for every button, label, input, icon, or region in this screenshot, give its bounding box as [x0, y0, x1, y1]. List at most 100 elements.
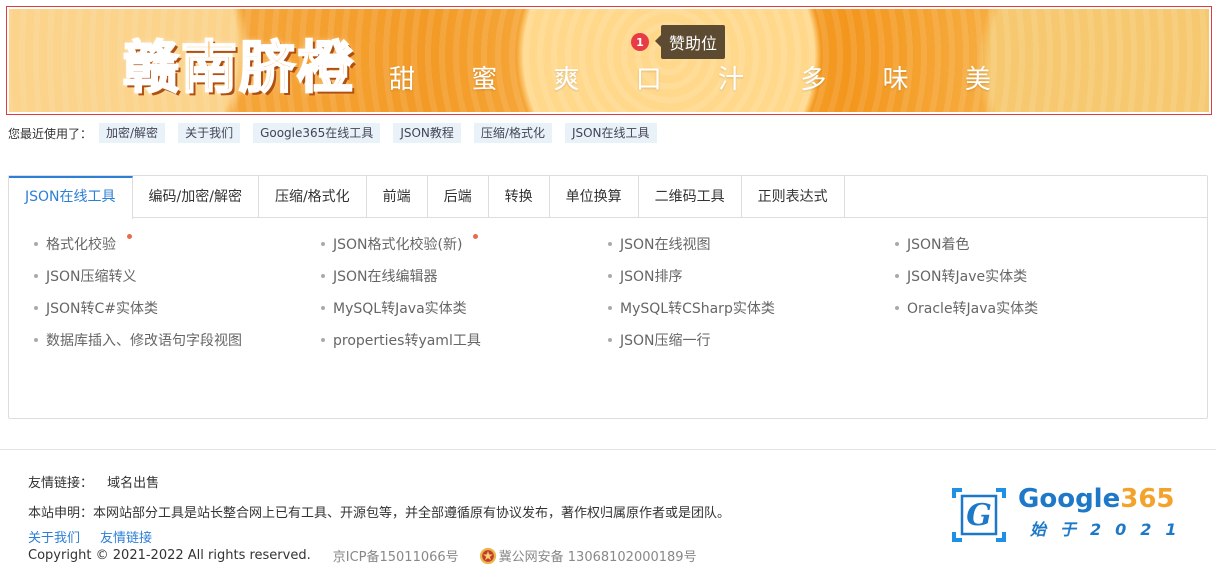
sponsor-count-badge: 1: [631, 33, 649, 51]
sponsor-banner[interactable]: 赣南脐橙 甜 蜜 爽 口 汁 多 味 美 1 赞助位: [6, 6, 1212, 115]
tool-row: 格式化校验 JSON格式化校验(新) JSON在线视图 JSON着色: [9, 228, 1207, 260]
footer-links: 关于我们 友情链接: [28, 527, 172, 546]
bullet-icon: [608, 274, 612, 278]
tool-label: JSON着色: [907, 237, 970, 253]
tool-row: JSON转C#实体类 MySQL转Java实体类 MySQL转CSharp实体类…: [9, 292, 1207, 324]
bullet-icon: [895, 274, 899, 278]
tool-label: properties转yaml工具: [333, 333, 481, 349]
tool-label: 格式化校验: [46, 237, 116, 253]
tool-link[interactable]: MySQL转Java实体类: [296, 292, 583, 324]
police-badge-icon: [479, 547, 496, 564]
bullet-icon: [895, 242, 899, 246]
tool-label: JSON压缩一行: [620, 333, 711, 349]
tab-encode-encrypt[interactable]: 编码/加密/解密: [133, 176, 259, 218]
bullet-icon: [34, 306, 38, 310]
site-declaration: 本站申明：本网站部分工具是站长整合网上已有工具、开源包等，并全部遵循原有协议发布…: [28, 506, 731, 521]
svg-text:G: G: [966, 498, 992, 533]
tool-label: JSON转Jave实体类: [907, 269, 1028, 285]
banner-title: 赣南脐橙: [122, 34, 355, 102]
tool-link[interactable]: JSON在线视图: [583, 228, 870, 260]
logo-name: Google365: [1018, 484, 1191, 514]
tool-row: 数据库插入、修改语句字段视图 properties转yaml工具 JSON压缩一…: [9, 324, 1207, 356]
tool-link[interactable]: 格式化校验: [9, 228, 296, 260]
bullet-icon: [34, 338, 38, 342]
sponsor-tooltip: 1 赞助位: [631, 25, 726, 59]
tool-link[interactable]: JSON着色: [870, 228, 1157, 260]
icp-link[interactable]: 京ICP备15011066号: [333, 546, 459, 565]
sponsor-label: 赞助位: [654, 25, 726, 59]
tool-link[interactable]: JSON转Jave实体类: [870, 260, 1157, 292]
tool-label: JSON格式化校验(新): [333, 237, 463, 253]
bullet-icon: [608, 306, 612, 310]
tab-frontend[interactable]: 前端: [367, 176, 428, 218]
copyright-bar: Copyright © 2021-2022 All rights reserve…: [28, 546, 697, 565]
tool-label: JSON在线视图: [620, 237, 711, 253]
footer-divider: [0, 449, 1216, 450]
tool-link[interactable]: JSON格式化校验(新): [296, 228, 583, 260]
tool-link[interactable]: JSON转C#实体类: [9, 292, 296, 324]
tab-regex[interactable]: 正则表达式: [742, 176, 845, 218]
tab-backend[interactable]: 后端: [428, 176, 489, 218]
tool-link[interactable]: JSON压缩一行: [583, 324, 870, 356]
tool-label: MySQL转CSharp实体类: [620, 301, 775, 317]
logo-slogan: 始于2021: [1030, 520, 1191, 539]
friend-links: 友情链接： 域名出售: [28, 472, 159, 491]
recent-tag[interactable]: JSON教程: [393, 123, 461, 143]
tool-link[interactable]: JSON压缩转义: [9, 260, 296, 292]
logo-name-number: 365: [1120, 484, 1175, 514]
bullet-icon: [34, 274, 38, 278]
tool-label: JSON在线编辑器: [333, 269, 438, 285]
tool-label: JSON排序: [620, 269, 683, 285]
tab-unit-convert[interactable]: 单位换算: [550, 176, 639, 218]
recent-tag[interactable]: Google365在线工具: [253, 123, 381, 143]
recent-label: 您最近使用了：: [8, 126, 93, 141]
bullet-icon: [321, 338, 325, 342]
friend-links-label: 友情链接：: [28, 476, 94, 491]
bullet-icon: [321, 306, 325, 310]
friend-link-domain-sale[interactable]: 域名出售: [107, 476, 159, 491]
recent-tag[interactable]: 压缩/格式化: [473, 123, 552, 143]
tool-link[interactable]: JSON排序: [583, 260, 870, 292]
hot-dot-icon: [473, 234, 478, 239]
police-record-text: 冀公网安备 13068102000189号: [498, 550, 697, 565]
tab-compress-format[interactable]: 压缩/格式化: [259, 176, 367, 218]
tool-link[interactable]: MySQL转CSharp实体类: [583, 292, 870, 324]
tab-convert[interactable]: 转换: [489, 176, 550, 218]
tool-label: 数据库插入、修改语句字段视图: [46, 333, 242, 349]
tool-link[interactable]: Oracle转Java实体类: [870, 292, 1157, 324]
bullet-icon: [34, 242, 38, 246]
friend-links-link[interactable]: 友情链接: [100, 527, 152, 546]
recent-tag[interactable]: JSON在线工具: [564, 123, 657, 143]
bullet-icon: [608, 338, 612, 342]
tool-row: JSON压缩转义 JSON在线编辑器 JSON排序 JSON转Jave实体类: [9, 260, 1207, 292]
copyright-text: Copyright © 2021-2022 All rights reserve…: [28, 548, 311, 563]
tool-link[interactable]: properties转yaml工具: [296, 324, 583, 356]
logo-name-main: Google: [1018, 484, 1121, 514]
bullet-icon: [321, 242, 325, 246]
site-logo[interactable]: G Google365 始于2021: [948, 484, 1191, 546]
tools-panel: JSON在线工具 编码/加密/解密 压缩/格式化 前端 后端 转换 单位换算 二…: [8, 175, 1208, 419]
tab-json-tools[interactable]: JSON在线工具: [9, 176, 133, 219]
recent-tag[interactable]: 关于我们: [178, 123, 241, 143]
banner-slogan: 甜 蜜 爽 口 汁 多 味 美: [389, 65, 1015, 95]
bullet-icon: [895, 306, 899, 310]
bullet-icon: [321, 274, 325, 278]
hot-dot-icon: [127, 234, 132, 239]
google365-logo-icon: G: [952, 488, 1006, 542]
police-record-link[interactable]: 冀公网安备 13068102000189号: [479, 546, 697, 565]
tool-label: JSON压缩转义: [46, 269, 137, 285]
category-tabs: JSON在线工具 编码/加密/解密 压缩/格式化 前端 后端 转换 单位换算 二…: [9, 176, 1207, 219]
tool-label: Oracle转Java实体类: [907, 301, 1039, 317]
tool-grid: 格式化校验 JSON格式化校验(新) JSON在线视图 JSON着色 JSON压…: [9, 218, 1207, 356]
bullet-icon: [608, 242, 612, 246]
logo-text: Google365 始于2021: [1018, 484, 1191, 540]
recent-tag[interactable]: 加密/解密: [99, 123, 166, 143]
banner-image[interactable]: 赣南脐橙 甜 蜜 爽 口 汁 多 味 美 1 赞助位: [9, 9, 1209, 112]
tab-qrcode[interactable]: 二维码工具: [639, 176, 742, 218]
about-us-link[interactable]: 关于我们: [28, 527, 80, 546]
tool-link[interactable]: 数据库插入、修改语句字段视图: [9, 324, 296, 356]
tool-link[interactable]: JSON在线编辑器: [296, 260, 583, 292]
tool-label: MySQL转Java实体类: [333, 301, 467, 317]
tool-label: JSON转C#实体类: [46, 301, 159, 317]
recent-tools: 您最近使用了： 加密/解密 关于我们 Google365在线工具 JSON教程 …: [8, 123, 670, 143]
